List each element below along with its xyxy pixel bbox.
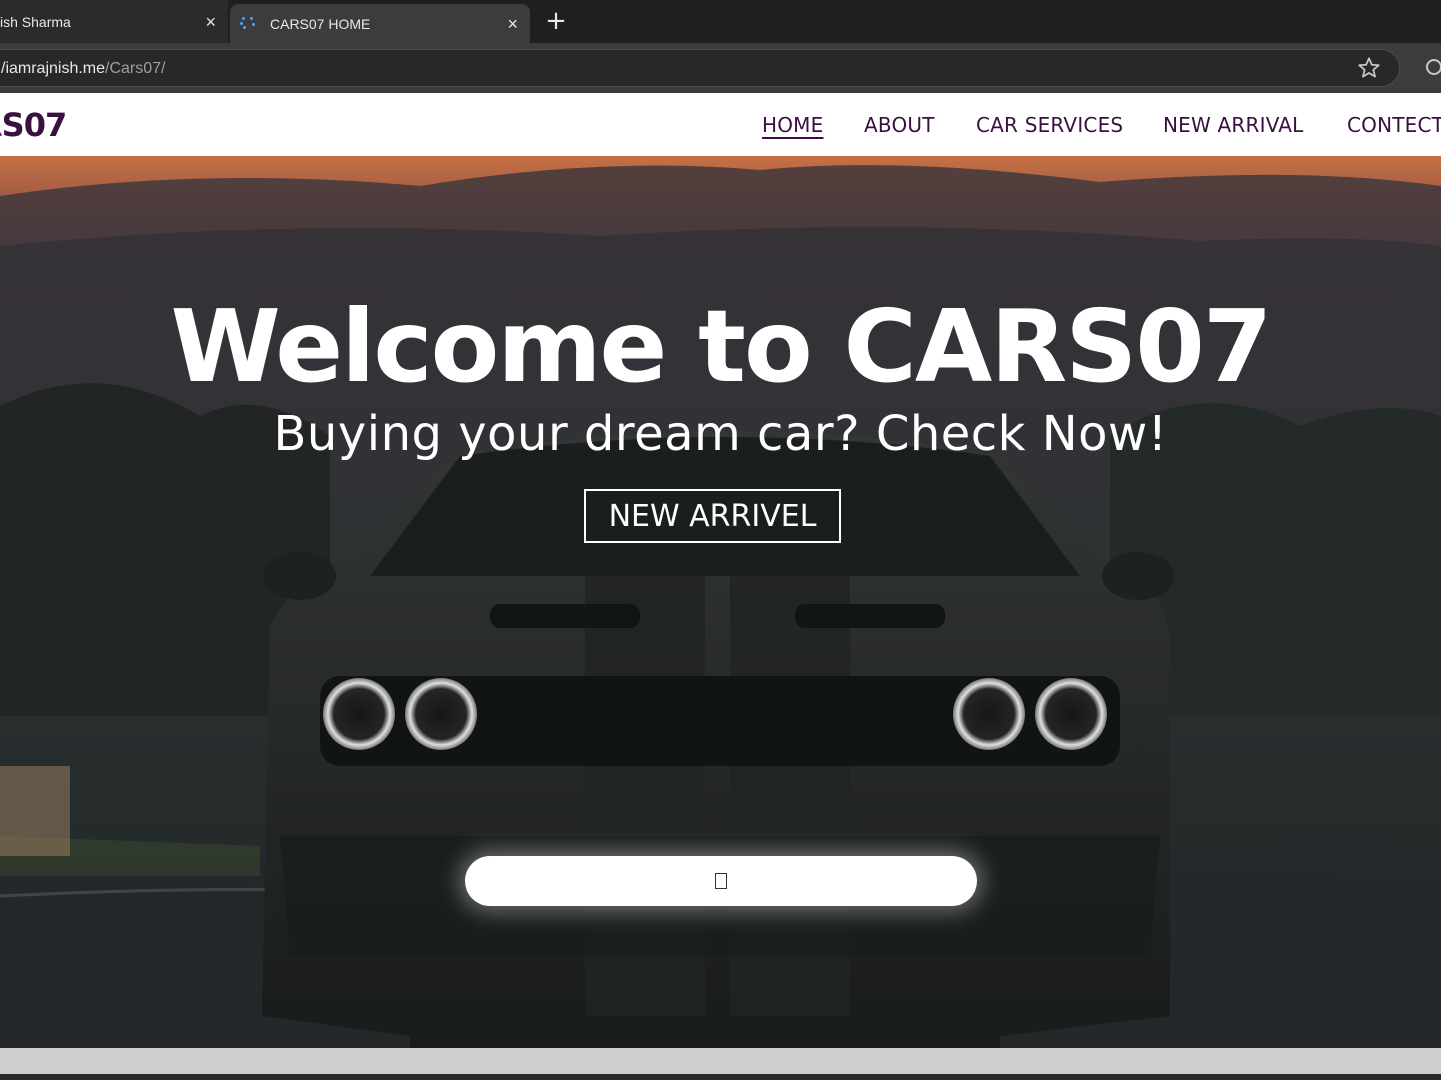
site-navbar: RS07 HOME ABOUT CAR SERVICES NEW ARRIVAL…	[0, 93, 1441, 156]
address-bar[interactable]: /iamrajnish.me/Cars07/	[0, 49, 1400, 87]
nav-link-car-services[interactable]: CAR SERVICES	[976, 113, 1123, 137]
new-arrival-button[interactable]: NEW ARRIVEL	[584, 489, 841, 543]
close-tab-icon[interactable]: ×	[507, 15, 518, 33]
missing-glyph-icon	[715, 873, 727, 889]
browser-toolbar: /iamrajnish.me/Cars07/	[0, 43, 1441, 93]
new-tab-button[interactable]: +	[542, 7, 570, 35]
loading-favicon-icon	[240, 16, 256, 30]
browser-tab-bar: ish Sharma × CARS07 HOME × +	[0, 0, 1441, 43]
nav-link-new-arrival[interactable]: NEW ARRIVAL	[1163, 113, 1304, 137]
url-text[interactable]: /iamrajnish.me/Cars07/	[1, 60, 166, 78]
tab-title: ish Sharma	[0, 13, 71, 30]
window-bottom-edge	[0, 1074, 1441, 1080]
nav-link-about[interactable]: ABOUT	[864, 113, 935, 137]
url-host: /iamrajnish.me	[1, 60, 106, 77]
close-tab-icon[interactable]: ×	[205, 13, 216, 31]
tab-title: CARS07 HOME	[270, 15, 371, 32]
url-path: /Cars07/	[105, 60, 166, 77]
browser-tab[interactable]: ish Sharma ×	[0, 0, 228, 43]
hero-subtitle: Buying your dream car? Check Now!	[273, 406, 1168, 462]
search-pill-button[interactable]	[465, 856, 977, 906]
bookmark-star-icon[interactable]	[1356, 55, 1382, 81]
horizontal-scrollbar[interactable]	[0, 1048, 1441, 1074]
nav-link-contact[interactable]: CONTECT	[1347, 113, 1441, 137]
extension-puzzle-icon[interactable]	[1424, 57, 1441, 77]
hero-section: Welcome to CARS07 Buying your dream car?…	[0, 156, 1441, 1048]
browser-tab-active[interactable]: CARS07 HOME ×	[230, 4, 530, 43]
hero-title: Welcome to CARS07	[170, 288, 1273, 405]
site-logo[interactable]: RS07	[0, 106, 67, 144]
nav-link-home[interactable]: HOME	[762, 113, 823, 137]
